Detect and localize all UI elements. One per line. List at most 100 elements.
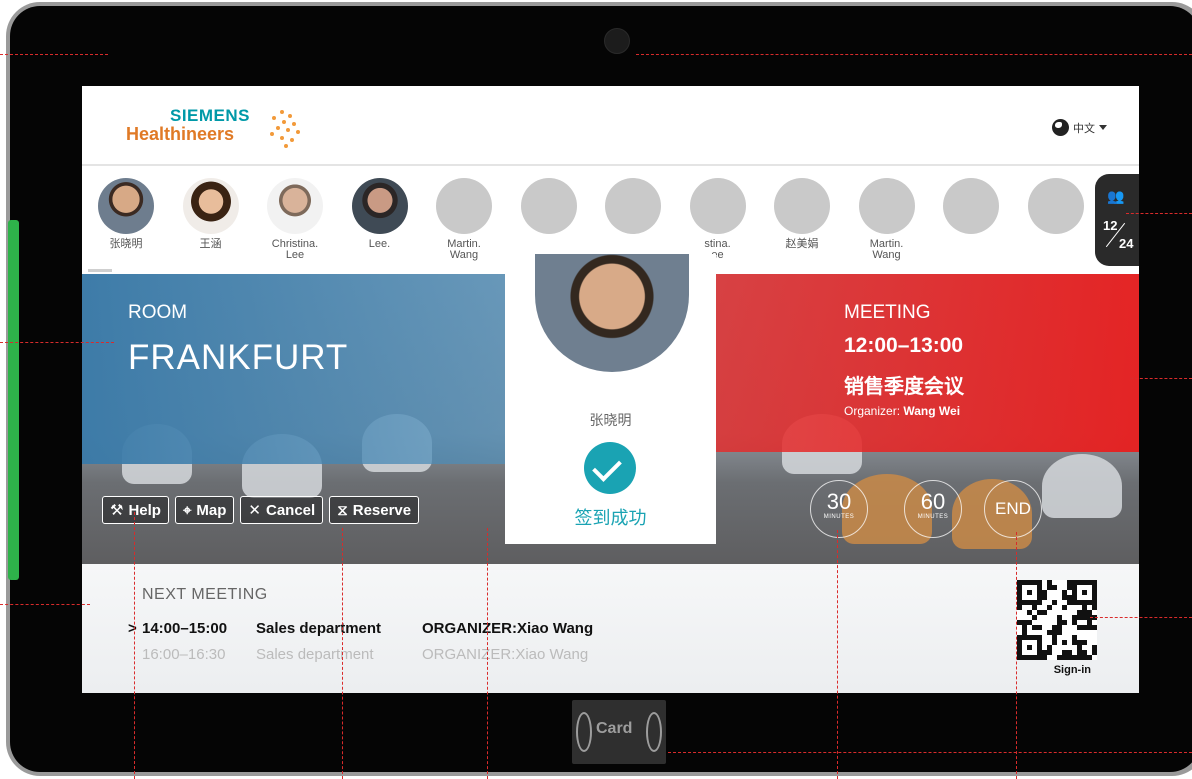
attendee-item[interactable] xyxy=(929,178,1013,239)
nfc-wave-icon xyxy=(646,712,662,752)
attendee-item[interactable]: Christina. Lee xyxy=(253,178,337,261)
callout-line xyxy=(0,342,114,343)
avatar xyxy=(1027,178,1084,234)
avatar xyxy=(182,178,239,234)
attendee-item[interactable] xyxy=(591,178,675,239)
reserve-button[interactable]: ⧖ Reserve xyxy=(329,496,420,524)
map-button[interactable]: ⌖ Map xyxy=(174,496,235,524)
callout-line xyxy=(1130,378,1192,379)
status-light-strip xyxy=(8,220,19,580)
logo-dot xyxy=(284,144,288,148)
callout-line xyxy=(342,528,343,779)
extend-30-button[interactable]: 30 MINUTES xyxy=(810,480,868,538)
chevron-right-icon: > xyxy=(128,620,137,637)
attendee-name: 赵美娟 xyxy=(785,238,819,250)
language-label: 中文 xyxy=(1073,122,1095,135)
total-count: 24 xyxy=(1119,236,1134,251)
callout-line xyxy=(1016,532,1017,779)
globe-icon xyxy=(1052,119,1069,136)
help-button[interactable]: ⚒ Help xyxy=(102,496,169,524)
next-meeting-dept: Sales department xyxy=(256,620,382,637)
logo-dot xyxy=(292,122,296,126)
attendee-item[interactable]: Lee. xyxy=(338,178,422,250)
avatar xyxy=(520,178,577,234)
timer-value: 60 xyxy=(920,489,946,514)
next-meeting-panel: NEXT MEETING > 14:00–15:00 Sales departm… xyxy=(82,564,1139,693)
checkin-name: 张晓明 xyxy=(589,412,632,428)
logo-dot xyxy=(272,116,276,120)
avatar xyxy=(98,178,154,234)
attendee-count-badge[interactable]: 👥 12 24 xyxy=(1095,174,1139,266)
logo-dot xyxy=(270,132,274,136)
meeting-panel xyxy=(709,274,1139,452)
logo-dot xyxy=(282,120,286,124)
attendee-name: Martin. Wang xyxy=(869,238,904,261)
attendee-name: Christina. Lee xyxy=(271,238,319,261)
attendee-item[interactable]: 王涵 xyxy=(169,178,253,250)
chair-decoration xyxy=(1042,454,1122,518)
next-meeting-organizer: ORGANIZER:Xiao Wang xyxy=(422,620,594,637)
cancel-button[interactable]: ✕ Cancel xyxy=(240,496,324,524)
attendee-item[interactable]: 赵美娟 xyxy=(760,178,844,250)
language-selector[interactable]: 中文 xyxy=(1052,119,1107,136)
signin-label: Sign-in xyxy=(1053,664,1091,676)
callout-line xyxy=(1090,617,1192,618)
brand-dots-icon xyxy=(266,110,302,148)
next-meeting-heading: NEXT MEETING xyxy=(142,586,268,603)
attendee-item[interactable]: 张晓明 xyxy=(84,178,168,272)
attendee-item[interactable]: Martin. Wang xyxy=(845,178,929,261)
avatar xyxy=(351,178,408,234)
logo-dot xyxy=(288,114,292,118)
logo-dot xyxy=(286,128,290,132)
attendee-name: Lee. xyxy=(368,238,391,250)
attendee-name: 张晓明 xyxy=(109,238,143,250)
room-label: ROOM xyxy=(128,302,188,323)
attendee-item[interactable]: Martin. Wang xyxy=(422,178,506,261)
avatar xyxy=(858,178,915,234)
end-meeting-button[interactable]: END xyxy=(984,480,1042,538)
logo-dot xyxy=(280,110,284,114)
wrench-icon: ⚒ xyxy=(110,502,124,519)
map-label: Map xyxy=(196,501,227,519)
hourglass-icon: ⧖ xyxy=(337,501,348,519)
callout-line xyxy=(134,512,135,779)
camera-icon xyxy=(604,28,630,54)
callout-line xyxy=(0,604,90,605)
brand-logo: SIEMENS Healthineers xyxy=(126,106,306,150)
meeting-title: 销售季度会议 xyxy=(844,376,964,398)
avatar xyxy=(774,178,830,234)
meeting-time: 12:00–13:00 xyxy=(844,334,964,357)
card-reader[interactable]: Card xyxy=(572,700,666,764)
logo-dot xyxy=(276,126,280,130)
checkin-avatar xyxy=(535,254,689,372)
meeting-organizer: Organizer: Wang Wei xyxy=(844,404,960,418)
nfc-wave-icon xyxy=(576,712,592,752)
extend-60-button[interactable]: 60 MINUTES xyxy=(904,480,962,538)
card-label: Card xyxy=(596,720,633,737)
close-icon: ✕ xyxy=(248,502,261,519)
attendee-item[interactable] xyxy=(507,178,591,239)
callout-line xyxy=(0,54,108,55)
next-meeting-time: 14:00–15:00 xyxy=(142,620,228,637)
checkin-status: 签到成功 xyxy=(574,508,647,528)
callout-line xyxy=(636,54,1192,55)
attendee-name: Martin. Wang xyxy=(447,238,481,261)
attendee-item[interactable]: stina. ee xyxy=(676,178,760,261)
checkin-popup: 张晓明 签到成功 xyxy=(505,254,716,544)
attendee-item[interactable] xyxy=(1014,178,1098,239)
next-meeting-dept: Sales department xyxy=(256,646,374,663)
next-meeting-time: 16:00–16:30 xyxy=(142,646,226,663)
signin-qr-code[interactable] xyxy=(1017,580,1097,660)
action-bar: ⚒ Help ⌖ Map ✕ Cancel ⧖ Reserve xyxy=(102,496,420,524)
avatar xyxy=(605,178,661,234)
organizer-label: Organizer: xyxy=(844,404,901,418)
callout-line xyxy=(1126,213,1192,214)
brand-name-top: SIEMENS xyxy=(170,106,251,125)
timer-value: 30 xyxy=(826,489,852,514)
callout-line xyxy=(837,530,838,779)
timer-value: END xyxy=(995,499,1031,518)
logo-dot xyxy=(280,136,284,140)
logo-dot xyxy=(290,138,294,142)
reserve-label: Reserve xyxy=(352,501,412,519)
check-circle-icon xyxy=(584,442,636,494)
